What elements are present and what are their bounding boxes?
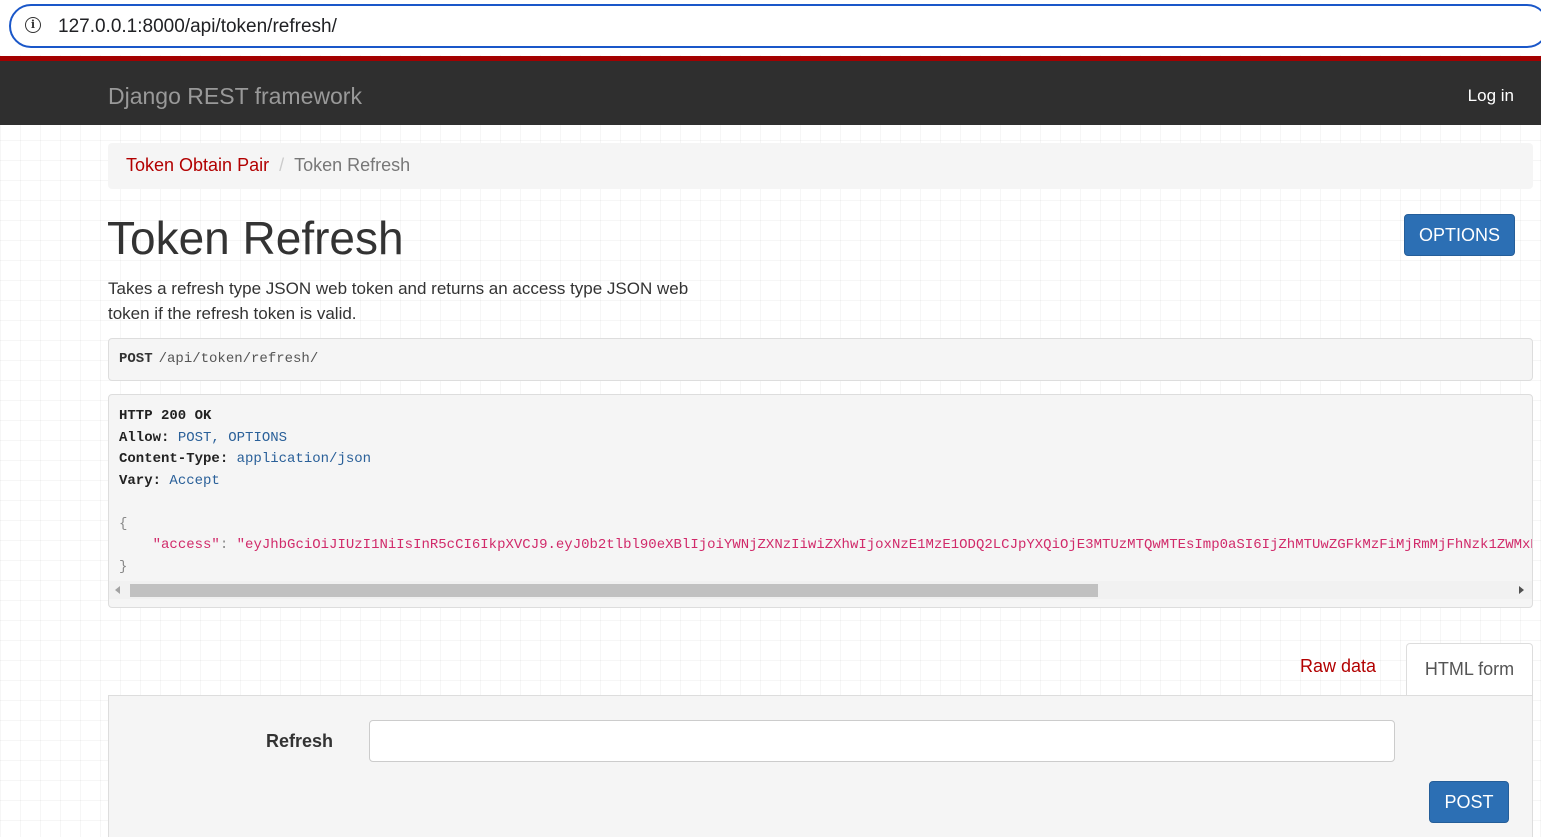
scroll-right-arrow-icon[interactable]: [1519, 586, 1524, 594]
json-key-access: "access": [152, 537, 220, 553]
refresh-input[interactable]: [369, 720, 1395, 762]
navbar: Django REST framework Log in: [0, 56, 1541, 125]
response-info: HTTP 200 OK Allow: POST, OPTIONS Content…: [108, 394, 1533, 608]
breadcrumb-separator: /: [279, 155, 285, 175]
json-value-access-token: "eyJhbGciOiJIUzI1NiIsInR5cCI6IkpXVCJ9.ey…: [236, 537, 1533, 553]
post-button[interactable]: POST: [1429, 781, 1509, 823]
breadcrumb-link-token-obtain-pair[interactable]: Token Obtain Pair: [126, 155, 269, 175]
navbar-brand[interactable]: Django REST framework: [108, 83, 362, 110]
address-url[interactable]: 127.0.0.1:8000/api/token/refresh/: [58, 16, 337, 38]
page-description: Takes a refresh type JSON web token and …: [108, 279, 689, 323]
request-info: POST/api/token/refresh/: [108, 338, 1533, 381]
header-value: application/json: [236, 451, 372, 467]
address-bar[interactable]: i 127.0.0.1:8000/api/token/refresh/: [9, 4, 1541, 48]
header-value: POST, OPTIONS: [177, 429, 288, 446]
login-link[interactable]: Log in: [1468, 86, 1514, 106]
request-path: /api/token/refresh/: [158, 351, 319, 367]
browser-toolbar: i 127.0.0.1:8000/api/token/refresh/: [0, 0, 1541, 55]
header-name: Content-Type:: [119, 451, 229, 467]
response-status: HTTP 200 OK: [119, 408, 212, 424]
options-button[interactable]: OPTIONS: [1404, 214, 1515, 256]
json-colon: :: [219, 537, 237, 553]
json-close-brace: }: [119, 558, 128, 575]
response-content: HTTP 200 OK Allow: POST, OPTIONS Content…: [119, 406, 1532, 578]
horizontal-scrollbar[interactable]: [109, 581, 1532, 599]
scroll-left-arrow-icon[interactable]: [115, 586, 120, 594]
header-name: Allow:: [119, 429, 170, 446]
header-value: Accept: [169, 472, 220, 489]
tab-raw-data[interactable]: Raw data: [1300, 656, 1376, 677]
html-form-panel: Refresh POST: [108, 695, 1533, 837]
breadcrumb: Token Obtain Pair / Token Refresh: [108, 143, 1533, 189]
refresh-label: Refresh: [266, 731, 334, 751]
page-title: Token Refresh: [107, 212, 404, 264]
tab-html-form[interactable]: HTML form: [1406, 643, 1533, 696]
header-name: Vary:: [119, 472, 162, 489]
json-open-brace: {: [119, 515, 128, 532]
info-icon[interactable]: i: [25, 17, 41, 33]
request-method: POST: [119, 351, 153, 367]
scrollbar-thumb[interactable]: [130, 584, 1098, 597]
breadcrumb-current: Token Refresh: [294, 155, 411, 175]
